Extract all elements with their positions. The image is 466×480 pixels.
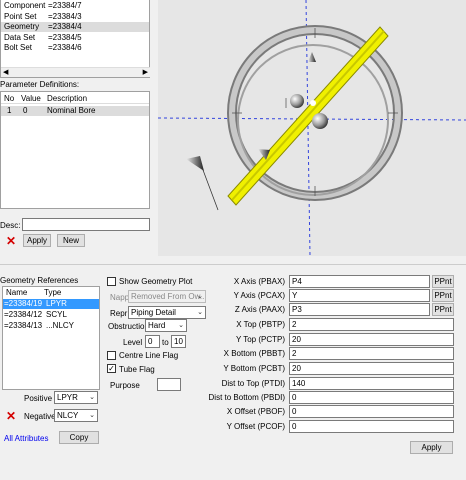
field-label: Z Axis (PAAX)	[234, 305, 285, 314]
centre-line-flag-label: Centre Line Flag	[119, 351, 179, 360]
delete-icon[interactable]: ✕	[6, 409, 16, 423]
list-item[interactable]: Data Set =23384/5	[1, 33, 149, 43]
repr-select[interactable]: Piping Detail ⌄	[128, 306, 206, 319]
field-label: X Axis (PBAX)	[233, 277, 285, 286]
cone-top	[308, 52, 316, 62]
field-label: Dist to Top (PTDI)	[221, 379, 285, 388]
field-input[interactable]: 0	[289, 405, 454, 418]
tube-flag-checkbox[interactable]: ✓	[107, 364, 116, 373]
element-list: Component =23384/7 Point Set =23384/3 Geomet…	[0, 0, 150, 78]
positive-label: Positive	[24, 394, 53, 403]
geometry-preview	[157, 0, 466, 257]
table-row[interactable]: =23384/19 LPYR	[3, 299, 99, 309]
negative-label: Negative	[24, 412, 56, 421]
list-item[interactable]: Geometry =23384/4	[1, 22, 149, 32]
col-header-value[interactable]: Value	[21, 94, 41, 104]
horizontal-divider[interactable]	[0, 264, 466, 265]
repr-label: Repr	[110, 309, 128, 318]
field-input[interactable]: P3	[289, 303, 430, 316]
param-defs-table: No Value Description 1 0 Nominal Bore	[0, 91, 150, 209]
desc-label: Desc:	[0, 221, 21, 230]
delete-icon[interactable]: ✕	[6, 234, 16, 248]
param-defs-header: No Value Description	[1, 94, 149, 104]
napp-select: Removed From Ow... ⌄	[128, 290, 206, 303]
obstruction-label: Obstruction	[108, 322, 149, 331]
field-input[interactable]: 0	[289, 391, 454, 404]
table-row[interactable]: =23384/12 SCYL	[3, 310, 99, 320]
level-to-input[interactable]: 10	[171, 335, 186, 348]
field-label: Y Offset (PCOF)	[226, 422, 285, 431]
field-input[interactable]: 20	[289, 333, 454, 346]
copy-button[interactable]: Copy	[59, 431, 99, 444]
field-input[interactable]: P4	[289, 275, 430, 288]
y-axis-line	[305, 0, 311, 257]
table-row[interactable]: 1 0 Nominal Bore	[1, 106, 149, 116]
show-geometry-plot-checkbox[interactable]	[107, 277, 116, 286]
field-input[interactable]: 2	[289, 318, 454, 331]
level-from-input[interactable]: 0	[145, 335, 160, 348]
ppnt-button[interactable]: PPnt	[432, 275, 454, 288]
field-label: Dist to Bottom (PBDI)	[208, 393, 285, 402]
level-label: Level	[123, 338, 143, 347]
geom-refs-header: Name Type	[3, 288, 99, 298]
field-input[interactable]: 2	[289, 347, 454, 360]
ppnt-button[interactable]: PPnt	[432, 303, 454, 316]
field-label: Y Axis (PCAX)	[233, 291, 285, 300]
element-list-scrollbar[interactable]: ◀ ▶	[1, 67, 150, 77]
all-attributes-link[interactable]: All Attributes	[4, 434, 48, 443]
table-row[interactable]: =23384/13 ...NLCY	[3, 321, 99, 331]
sphere-2	[312, 113, 328, 129]
field-label: Y Top (PCTP)	[235, 335, 285, 344]
new-button[interactable]: New	[57, 234, 85, 247]
chevron-down-icon: ⌄	[89, 394, 95, 401]
purpose-input[interactable]	[157, 378, 181, 391]
scroll-right-icon[interactable]: ▶	[143, 68, 148, 76]
list-item[interactable]: Bolt Set =23384/6	[1, 43, 149, 53]
tube-flag-label: Tube Flag	[119, 365, 155, 374]
field-label: X Top (PBTP)	[236, 320, 285, 329]
napp-label: Napp	[110, 293, 130, 302]
desc-input[interactable]	[22, 218, 150, 231]
positive-select[interactable]: LPYR ⌄	[54, 391, 98, 404]
geom-refs-table: Name Type =23384/19 LPYR =23384/12 SCYL …	[2, 286, 100, 390]
purpose-label: Purpose	[110, 381, 140, 390]
col-header-name[interactable]: Name	[6, 288, 27, 298]
negative-select[interactable]: NLCY ⌄	[54, 409, 98, 422]
apply-button-2[interactable]: Apply	[410, 441, 453, 454]
ppnt-button[interactable]: PPnt	[432, 289, 454, 302]
field-input[interactable]: 140	[289, 377, 454, 390]
field-input[interactable]: Y	[289, 289, 430, 302]
field-label: X Bottom (PBBT)	[223, 349, 285, 358]
chevron-down-icon: ⌄	[178, 322, 184, 329]
centre-line-flag-checkbox[interactable]	[107, 351, 116, 360]
list-item[interactable]: Component =23384/7	[1, 1, 149, 11]
col-header-type[interactable]: Type	[44, 288, 61, 298]
list-item[interactable]: Point Set =23384/3	[1, 12, 149, 22]
cone-left	[186, 156, 204, 171]
show-geometry-plot-label: Show Geometry Plot	[119, 277, 193, 286]
field-input[interactable]: 20	[289, 362, 454, 375]
col-header-no[interactable]: No	[4, 94, 14, 104]
scroll-left-icon[interactable]: ◀	[3, 68, 8, 76]
apply-button[interactable]: Apply	[23, 234, 51, 247]
col-header-description[interactable]: Description	[47, 94, 87, 104]
level-to-label: to	[162, 338, 169, 347]
field-label: X Offset (PBOF)	[226, 407, 285, 416]
field-label: Y Bottom (PCBT)	[223, 364, 285, 373]
sphere-1	[290, 94, 304, 108]
center-point	[310, 100, 316, 106]
param-defs-title: Parameter Definitions:	[0, 80, 80, 89]
obstruction-select[interactable]: Hard ⌄	[145, 319, 187, 332]
chevron-down-icon: ⌄	[89, 412, 95, 419]
geom-refs-title: Geometry References	[0, 276, 79, 285]
field-input[interactable]: 0	[289, 420, 454, 433]
viewport-3d[interactable]	[157, 0, 466, 257]
